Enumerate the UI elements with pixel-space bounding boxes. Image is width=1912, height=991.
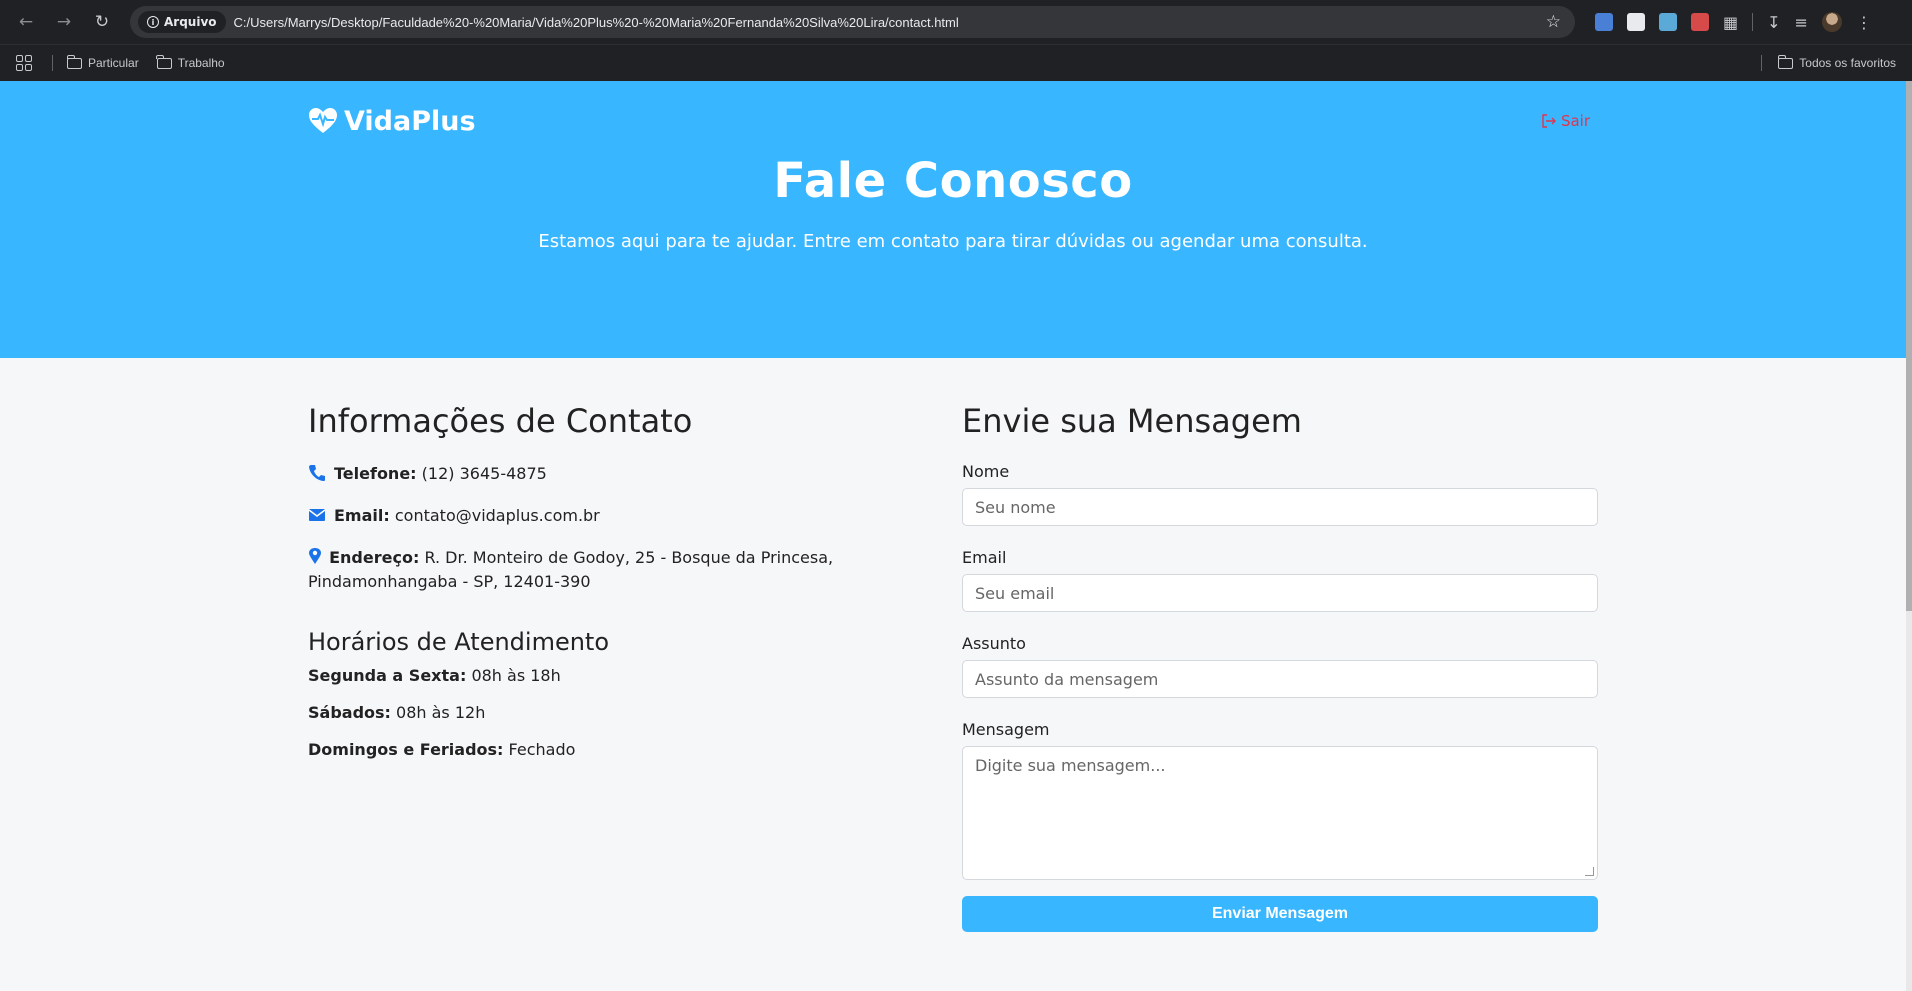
browser-toolbar: ← → ↻ i Arquivo C:/Users/Marrys/Desktop/… — [0, 0, 1912, 44]
brand-name: VidaPlus — [344, 105, 476, 137]
address-label: Endereço: — [329, 548, 420, 567]
back-icon[interactable]: ← — [10, 6, 42, 38]
name-input[interactable]: Seu nome — [962, 488, 1598, 526]
extensions-puzzle-icon[interactable]: ▦ — [1723, 13, 1738, 32]
hours-value: Fechado — [508, 740, 576, 759]
page-subtitle: Estamos aqui para te ajudar. Entre em co… — [538, 231, 1368, 252]
bookmark-label: Particular — [88, 56, 139, 70]
forward-icon[interactable]: → — [48, 6, 80, 38]
email-label: Email: — [334, 506, 390, 525]
contact-info-heading: Informações de Contato — [308, 402, 693, 440]
bookmarks-divider — [52, 55, 53, 71]
email-input[interactable]: Seu email — [962, 574, 1598, 612]
reload-icon[interactable]: ↻ — [86, 6, 118, 38]
logout-button[interactable]: Sair — [1541, 112, 1590, 130]
page-viewport: VidaPlus Sair Fale Conosco Estamos aqui … — [0, 81, 1906, 991]
logout-icon — [1542, 114, 1556, 128]
download-icon[interactable]: ↧ — [1767, 13, 1780, 32]
hours-weekdays: Segunda a Sexta: 08h às 18h — [308, 666, 922, 685]
page-title: Fale Conosco — [773, 153, 1133, 209]
phone-line: Telefone: (12) 3645-4875 — [308, 462, 922, 486]
heart-pulse-icon — [309, 108, 337, 133]
all-bookmarks-label: Todos os favoritos — [1799, 56, 1896, 70]
hours-sunday-holidays: Domingos e Feriados: Fechado — [308, 740, 922, 759]
bookmarks-bar: Particular Trabalho Todos os favoritos — [0, 44, 1912, 81]
hours-saturday: Sábados: 08h às 12h — [308, 703, 922, 722]
profile-avatar[interactable] — [1821, 12, 1842, 32]
bookmarks-divider — [1761, 55, 1763, 71]
email-field-label: Email — [962, 548, 1007, 567]
toolbar-divider — [1752, 13, 1754, 31]
print-extension-icon[interactable] — [1691, 13, 1709, 31]
email-value: contato@vidaplus.com.br — [394, 506, 600, 525]
bookmark-folder-particular[interactable]: Particular — [66, 54, 139, 70]
folder-icon — [1777, 54, 1794, 69]
hero-section: VidaPlus Sair Fale Conosco Estamos aqui … — [0, 81, 1906, 358]
message-label: Mensagem — [962, 720, 1050, 739]
all-bookmarks[interactable]: Todos os favoritos — [1761, 54, 1896, 71]
hours-heading: Horários de Atendimento — [308, 628, 610, 656]
hours-label: Domingos e Feriados: — [308, 740, 504, 759]
logout-label: Sair — [1560, 112, 1590, 130]
name-label: Nome — [962, 462, 1010, 481]
apps-grid-icon[interactable] — [16, 55, 32, 71]
hours-label: Sábados: — [308, 703, 391, 722]
address-line-1: R. Dr. Monteiro de Godoy, 25 - Bosque da… — [424, 548, 834, 567]
url-text[interactable]: C:/Users/Marrys/Desktop/Faculdade%20-%20… — [234, 15, 1532, 30]
menu-kebab-icon[interactable]: ⋮ — [1856, 13, 1872, 32]
page-scrollbar[interactable] — [1906, 81, 1912, 991]
contact-info-section: Informações de Contato Telefone: (12) 36… — [308, 402, 922, 932]
contact-form-heading: Envie sua Mensagem — [962, 402, 1302, 440]
send-message-button[interactable]: Enviar Mensagem — [962, 896, 1598, 932]
site-info-chip[interactable]: i Arquivo — [138, 11, 226, 33]
photo-extension-icon[interactable] — [1659, 13, 1677, 31]
subject-label: Assunto — [962, 634, 1026, 653]
info-icon: i — [147, 16, 159, 28]
envelope-icon — [308, 509, 326, 521]
phone-icon — [309, 465, 325, 481]
folder-icon — [156, 54, 172, 69]
map-pin-icon — [309, 548, 321, 564]
folder-icon — [66, 54, 82, 69]
subject-input[interactable]: Assunto da mensagem — [962, 660, 1598, 698]
phone-value: (12) 3645-4875 — [421, 464, 547, 483]
bookmark-folder-trabalho[interactable]: Trabalho — [156, 54, 225, 70]
site-chip-label: Arquivo — [164, 15, 217, 29]
scrollbar-thumb[interactable] — [1906, 81, 1912, 611]
email-line: Email: contato@vidaplus.com.br — [308, 504, 922, 528]
navbar: VidaPlus Sair — [308, 81, 1598, 161]
screen-extension-icon[interactable] — [1627, 13, 1645, 31]
address-line: Endereço: R. Dr. Monteiro de Godoy, 25 -… — [308, 546, 922, 594]
hours-value: 08h às 18h — [471, 666, 561, 685]
media-queue-icon[interactable]: ≡ — [1795, 13, 1808, 32]
hours-label: Segunda a Sexta: — [308, 666, 467, 685]
bookmark-star-icon[interactable]: ☆ — [1540, 12, 1567, 32]
bookmark-label: Trabalho — [177, 56, 225, 70]
main-content: Informações de Contato Telefone: (12) 36… — [308, 358, 1598, 932]
address-line-2: Pindamonhangaba - SP, 12401-390 — [308, 572, 591, 591]
message-textarea[interactable]: Digite sua mensagem... — [962, 746, 1598, 880]
hours-value: 08h às 12h — [396, 703, 486, 722]
contact-form-section: Envie sua Mensagem Nome Seu nome Email S… — [962, 402, 1598, 932]
translate-extension-icon[interactable] — [1595, 13, 1613, 31]
brand-logo[interactable]: VidaPlus — [308, 106, 476, 137]
phone-label: Telefone: — [334, 464, 417, 483]
address-bar[interactable]: i Arquivo C:/Users/Marrys/Desktop/Faculd… — [130, 6, 1575, 38]
